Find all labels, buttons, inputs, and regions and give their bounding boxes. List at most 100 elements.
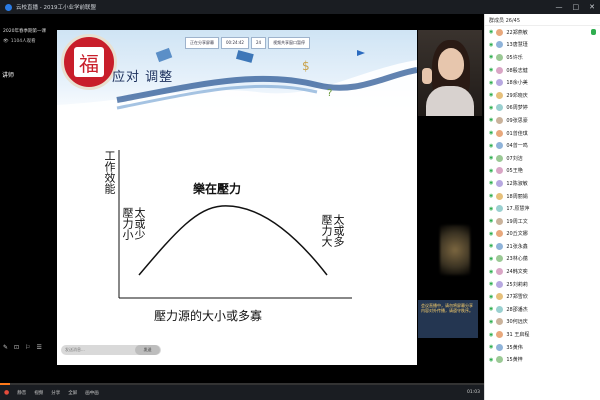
online-status-icon: ◉	[489, 243, 494, 250]
list-item[interactable]: ◉ 18余小美	[485, 76, 600, 89]
list-item[interactable]: ◉ 01曾佳琪	[485, 127, 600, 140]
avatar	[496, 356, 504, 364]
member-name: 20丘文娜	[506, 231, 528, 238]
avatar	[496, 192, 504, 200]
list-item[interactable]: ◉ 09张思豪	[485, 114, 600, 127]
list-item[interactable]: ◉ 17.原慧萍	[485, 202, 600, 215]
list-item[interactable]: ◉ 04曾一鸣	[485, 139, 600, 152]
minimize-button[interactable]: —	[556, 3, 563, 11]
member-list-panel: 群成员 26/45 ◉ 22郑燕敏 ◉ 13唐慧瑾 ◉ 05许乐 ◉ 08殷志健 ◉ 18余小美 ◉…	[484, 14, 600, 400]
pip-button[interactable]: 画中画	[85, 390, 99, 396]
list-item[interactable]: ◉ 23林心蕴	[485, 253, 600, 266]
member-name: 19周工文	[506, 218, 528, 225]
avatar	[496, 41, 504, 49]
viewer-count: 👁 1104人观看	[0, 34, 56, 48]
list-item[interactable]: ◉ 13唐慧瑾	[485, 39, 600, 52]
video-button[interactable]: 视频	[34, 390, 43, 396]
member-name: 25刘莉莉	[506, 281, 528, 288]
online-status-icon: ◉	[489, 79, 494, 86]
member-name: 17.原慧萍	[506, 206, 530, 213]
member-name: 05许乐	[506, 54, 523, 61]
list-item[interactable]: ◉ 22郑燕敏	[485, 26, 600, 39]
member-name: 13唐慧瑾	[506, 42, 528, 49]
online-status-icon: ◉	[489, 180, 494, 187]
member-name: 06周梦婷	[506, 105, 528, 112]
member-name: 05王艳	[506, 168, 523, 175]
list-item[interactable]: ◉ 24韩文奕	[485, 265, 600, 278]
list-item[interactable]: ◉ 21张永鑫	[485, 240, 600, 253]
list-item[interactable]: ◉ 20丘文娜	[485, 228, 600, 241]
avatar	[496, 104, 504, 112]
share-count: 24	[250, 37, 267, 49]
title-bar: 云校直播 - 2019工小业学前联盟 — □ ✕	[0, 0, 600, 14]
send-button[interactable]: 发送	[135, 345, 160, 355]
list-item[interactable]: ◉ 06周梦婷	[485, 102, 600, 115]
online-status-icon: ◉	[489, 268, 494, 275]
online-status-icon: ◉	[489, 41, 494, 48]
high-stress-col2: 壓力大	[320, 214, 333, 247]
sharing-status: 正在分享屏幕	[185, 37, 219, 49]
avatar	[496, 305, 504, 313]
avatar	[496, 230, 504, 238]
close-window-button[interactable]: ✕	[589, 3, 595, 11]
share-pause-button[interactable]: 视频共享窗口暂停	[268, 37, 311, 49]
list-item[interactable]: ◉ 15黄梓	[485, 353, 600, 366]
online-status-icon: ◉	[489, 104, 494, 111]
avatar	[496, 167, 504, 175]
speaking-mic-icon	[591, 29, 596, 36]
member-name: 30何远庆	[506, 319, 528, 326]
list-item[interactable]: ◉ 30何远庆	[485, 316, 600, 329]
list-item[interactable]: ◉ 08殷志健	[485, 64, 600, 77]
list-item[interactable]: ◉ 18周丽娟	[485, 190, 600, 203]
mute-button[interactable]: 静音	[17, 390, 26, 396]
list-item[interactable]: ◉ 12陈淑敏	[485, 177, 600, 190]
share-status-bar: 正在分享屏幕 00:24:42 24 视频共享窗口暂停	[185, 37, 311, 49]
high-stress-note: 壓力大太或多	[320, 214, 346, 250]
list-item[interactable]: ◉ 05许乐	[485, 51, 600, 64]
high-stress-col1: 太或多	[332, 214, 345, 247]
avatar	[496, 179, 504, 187]
mic-icon[interactable]: ●	[4, 389, 9, 396]
avatar	[496, 116, 504, 124]
list-item[interactable]: ◉ 05王艳	[485, 165, 600, 178]
list-item[interactable]: ◉ 28邵潘杰	[485, 303, 600, 316]
session-title: 2020年春季期第一课	[3, 29, 46, 34]
online-status-icon: ◉	[489, 193, 494, 200]
list-item[interactable]: ◉ 35黄伟	[485, 341, 600, 354]
list-item[interactable]: ◉ 19周工文	[485, 215, 600, 228]
avatar	[496, 91, 504, 99]
online-status-icon: ◉	[489, 318, 494, 325]
maximize-button[interactable]: □	[573, 3, 580, 11]
share-button[interactable]: 分享	[51, 390, 60, 396]
flag-icon[interactable]: ⚐	[25, 344, 30, 351]
blurred-video-thumbnail	[440, 225, 470, 275]
member-name: 31 王启程	[506, 332, 530, 339]
list-item[interactable]: ◉ 31 王启程	[485, 328, 600, 341]
online-status-icon: ◉	[489, 205, 494, 212]
avatar	[496, 142, 504, 150]
member-name: 09张思豪	[506, 117, 528, 124]
member-name: 23林心蕴	[506, 256, 528, 263]
role-tag: 讲师	[2, 72, 15, 79]
avatar	[496, 318, 504, 326]
screen-icon[interactable]: ⊡	[14, 344, 19, 351]
notice-popup[interactable]: 会议直播中，请勿将屏幕分享内容对外传播，请遵守秩序。	[418, 300, 478, 338]
pen-icon[interactable]: ✎	[3, 344, 8, 351]
online-status-icon: ◉	[489, 130, 494, 137]
list-item[interactable]: ◉ 27郑雪欣	[485, 290, 600, 303]
list-item[interactable]: ◉ 25刘莉莉	[485, 278, 600, 291]
avatar	[496, 268, 504, 276]
list-item[interactable]: ◉ 29邓晓庆	[485, 89, 600, 102]
online-status-icon: ◉	[489, 230, 494, 237]
online-status-icon: ◉	[489, 155, 494, 162]
avatar	[496, 79, 504, 87]
member-name: 12陈淑敏	[506, 180, 528, 187]
elapsed-time: 01:03	[467, 390, 480, 395]
online-status-icon: ◉	[489, 92, 494, 99]
shared-slide: $ ? 福 应对 调整 工作效能 樂在壓力 壓力小太或少 壓力大太或多 壓力源的…	[57, 30, 417, 365]
menu-icon[interactable]: ☰	[36, 344, 41, 351]
member-name: 35黄伟	[506, 344, 523, 351]
avatar	[496, 242, 504, 250]
fullscreen-button[interactable]: 全屏	[68, 390, 77, 396]
list-item[interactable]: ◉ 07刘洁	[485, 152, 600, 165]
